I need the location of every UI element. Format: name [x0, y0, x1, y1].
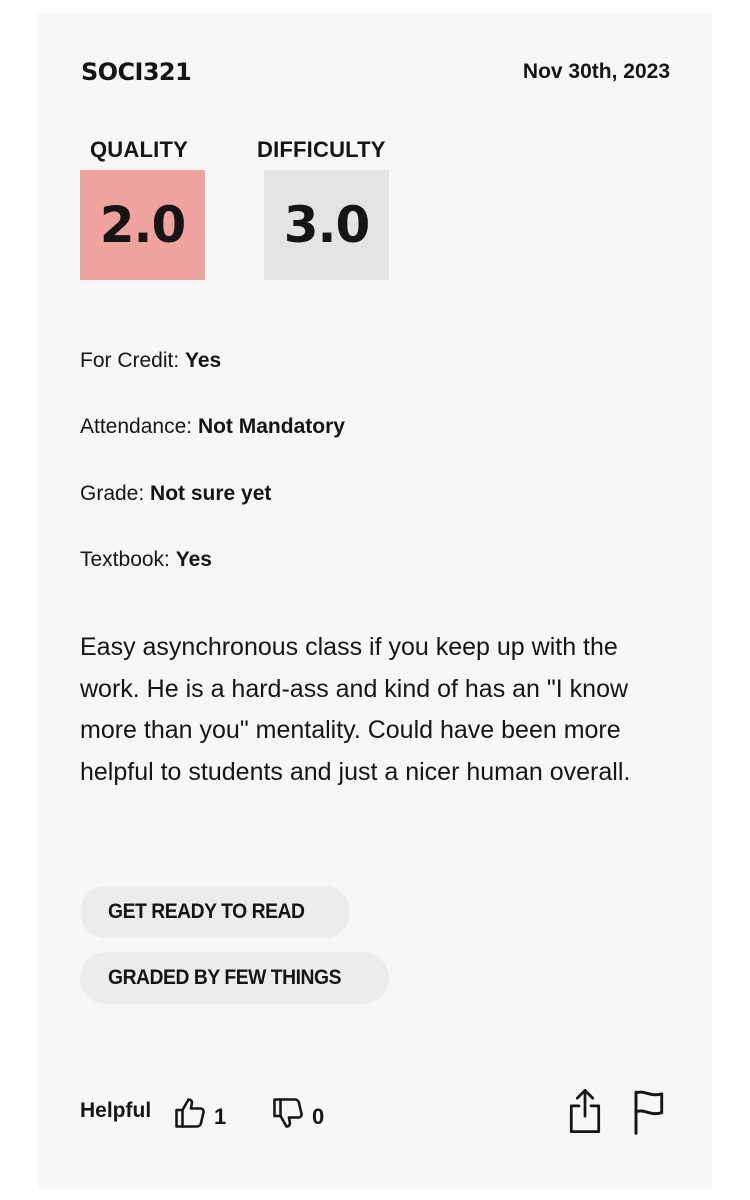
tag-graded-by-few-things: GRADED BY FEW THINGS — [80, 952, 390, 1004]
quality-score-box: 2.0 — [80, 170, 205, 280]
rating-comment: Easy asynchronous class if you keep up w… — [80, 633, 631, 786]
difficulty-score: 3.0 — [283, 196, 371, 254]
meta-value: Yes — [175, 548, 212, 571]
meta-attendance: Attendance: Not Mandatory — [80, 413, 345, 441]
quality-label: QUALITY — [90, 137, 188, 162]
meta-grade: Grade: Not sure yet — [80, 480, 271, 508]
flag-button[interactable] — [628, 1087, 668, 1140]
thumbs-up-icon — [172, 1095, 208, 1131]
thumbs-up-count: 1 — [214, 1104, 227, 1129]
thumbs-down-icon — [270, 1095, 306, 1131]
meta-label: For Credit: — [80, 349, 180, 372]
meta-label: Textbook: — [80, 548, 170, 571]
tag-label: GRADED BY FEW THINGS — [108, 966, 342, 989]
helpful-label: Helpful — [80, 1099, 152, 1122]
thumbs-up-button[interactable]: 1 — [172, 1083, 226, 1143]
meta-label: Attendance: — [80, 415, 193, 438]
thumbs-down-button[interactable]: 0 — [270, 1083, 324, 1143]
meta-for-credit: For Credit: Yes — [80, 347, 221, 375]
tag-get-ready-to-read: GET READY TO READ — [80, 886, 350, 938]
meta-label: Grade: — [80, 482, 145, 505]
tag-label: GET READY TO READ — [108, 900, 305, 923]
rating-date: Nov 30th, 2023 — [522, 60, 670, 83]
course-code: SOCI321 — [81, 58, 192, 86]
meta-value: Not sure yet — [150, 482, 272, 505]
rating-card: SOCI321 Nov 30th, 2023 QUALITY 2.0 DIFFI… — [38, 13, 712, 1190]
meta-textbook: Textbook: Yes — [80, 546, 212, 574]
meta-value: Not Mandatory — [197, 415, 345, 438]
flag-icon — [628, 1090, 668, 1139]
share-icon — [564, 1089, 606, 1139]
quality-score: 2.0 — [99, 196, 187, 254]
difficulty-score-box: 3.0 — [264, 170, 389, 280]
meta-value: Yes — [185, 349, 222, 372]
difficulty-label: DIFFICULTY — [257, 137, 386, 162]
share-button[interactable] — [564, 1087, 606, 1140]
thumbs-down-count: 0 — [312, 1104, 325, 1129]
rating-footer: Helpful 1 0 — [80, 1083, 670, 1143]
